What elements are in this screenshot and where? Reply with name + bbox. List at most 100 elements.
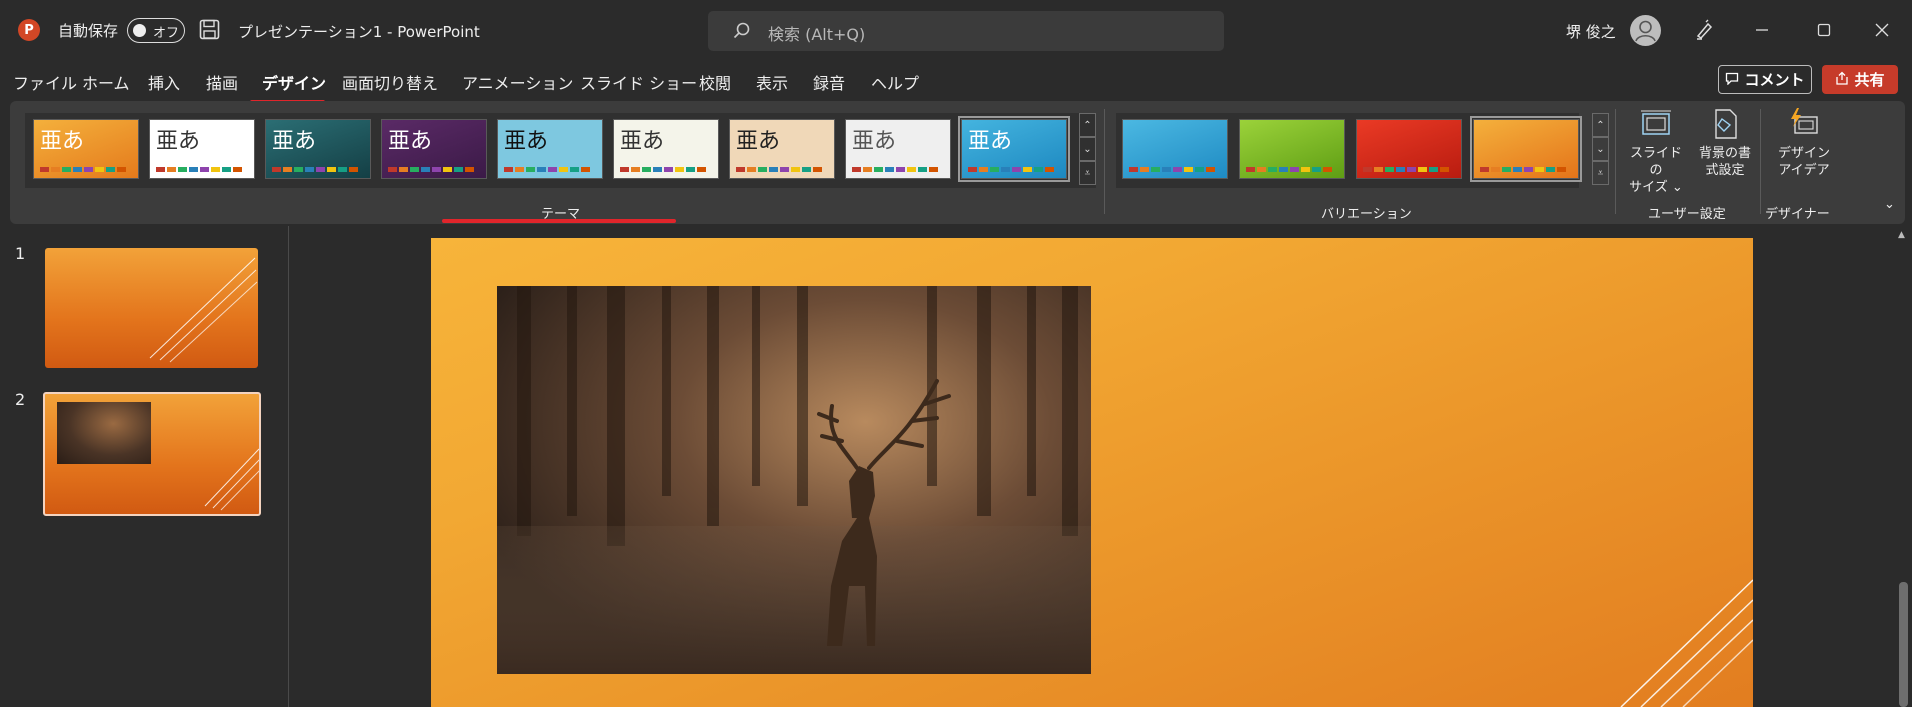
variant-swatches (1129, 167, 1215, 172)
theme-thumbnail[interactable]: 亜あ (265, 119, 371, 179)
comment-icon (1725, 71, 1739, 89)
background-format-label: 背景の書 式設定 (1698, 146, 1751, 178)
gallery-down-icon[interactable]: ⌄ (1079, 137, 1096, 161)
autosave-state: オフ (153, 26, 180, 41)
close-icon[interactable] (1866, 14, 1898, 46)
theme-thumbnail[interactable]: 亜あ (613, 119, 719, 179)
share-button[interactable]: 共有 (1822, 65, 1898, 94)
theme-sample-text: 亜あ (272, 129, 317, 154)
theme-sample-text: 亜あ (40, 129, 85, 154)
design-ideas-label: デザイン アイデア (1777, 146, 1830, 178)
powerpoint-logo-icon: P (18, 19, 40, 41)
theme-thumbnail[interactable]: 亜あ (729, 119, 835, 179)
theme-swatches (968, 167, 1054, 172)
user-name[interactable]: 堺 俊之 (1566, 21, 1616, 42)
collapse-ribbon-icon[interactable]: ⌄ (1884, 197, 1895, 212)
tab-animations[interactable]: アニメーション (462, 70, 573, 94)
tab-draw[interactable]: 描画 (206, 70, 238, 94)
variants-down-icon[interactable]: ⌄ (1592, 137, 1609, 161)
theme-sample-text: 亜あ (968, 129, 1013, 154)
variant-thumbnail[interactable] (1122, 119, 1228, 179)
avatar[interactable] (1630, 15, 1661, 46)
designer-group-label: デザイナー (1765, 207, 1830, 222)
slide-thumbnail-1[interactable] (45, 248, 258, 368)
theme-thumbnail[interactable]: 亜あ (381, 119, 487, 179)
group-divider (1104, 109, 1105, 214)
slide-size-button[interactable]: スライドの サイズ ⌄ (1625, 107, 1687, 196)
theme-swatches (272, 167, 358, 172)
theme-sample-text: 亜あ (620, 129, 665, 154)
group-divider (1760, 109, 1761, 214)
variant-swatches (1363, 167, 1449, 172)
tab-record[interactable]: 録音 (813, 70, 845, 94)
slide-thumbnail-2[interactable] (43, 392, 261, 516)
gallery-more-icon[interactable]: ⩡ (1079, 161, 1096, 185)
variant-thumbnail[interactable] (1470, 116, 1582, 182)
background-format-button[interactable]: 背景の書 式設定 (1690, 107, 1760, 179)
variant-thumbnail[interactable] (1356, 119, 1462, 179)
save-icon[interactable] (199, 19, 220, 40)
theme-thumbnail[interactable]: 亜あ (845, 119, 951, 179)
autosave-toggle[interactable]: オフ (127, 18, 185, 43)
slide-size-label: スライドの サイズ ⌄ (1629, 146, 1683, 195)
slide-size-icon (1639, 107, 1673, 141)
gallery-up-icon[interactable]: ⌃ (1079, 113, 1096, 137)
minimize-icon[interactable] (1746, 14, 1778, 46)
theme-sample-text: 亜あ (852, 129, 897, 154)
tab-help[interactable]: ヘルプ (871, 70, 919, 94)
design-ideas-icon (1787, 107, 1821, 141)
theme-swatches (504, 167, 590, 172)
variants-gallery: ⌃ ⌄ ⩡ (1116, 113, 1609, 188)
maximize-icon[interactable] (1808, 14, 1840, 46)
search-box[interactable]: 検索 (Alt+Q) (708, 11, 1224, 51)
variants-more-icon[interactable]: ⩡ (1592, 161, 1609, 185)
pen-icon[interactable] (1688, 14, 1720, 46)
theme-thumbnail[interactable]: 亜あ (33, 119, 139, 179)
tab-file[interactable]: ファイル (13, 70, 77, 94)
slide-canvas[interactable] (431, 238, 1753, 707)
themes-scroll: ⌃ ⌄ ⩡ (1079, 113, 1096, 188)
tab-design[interactable]: デザイン (262, 70, 326, 94)
group-divider (1615, 109, 1616, 214)
themes-highlight (442, 219, 676, 223)
variant-swatches (1480, 167, 1566, 172)
slide-number: 2 (15, 390, 26, 409)
variants-up-icon[interactable]: ⌃ (1592, 113, 1609, 137)
search-icon (732, 21, 752, 41)
variants-group-label: バリエーション (1321, 207, 1412, 222)
slide-thumbnails-pane: 1 2 (0, 226, 289, 707)
theme-thumbnail[interactable]: 亜あ (149, 119, 255, 179)
tab-review[interactable]: 校閲 (699, 70, 731, 94)
toggle-knob (133, 24, 146, 37)
title-bar: P 自動保存 オフ プレゼンテーション1 - PowerPoint 検索 (Al… (0, 0, 1912, 62)
variant-thumbnail[interactable] (1239, 119, 1345, 179)
theme-sample-text: 亜あ (504, 129, 549, 154)
user-settings-group-label: ユーザー設定 (1648, 207, 1726, 222)
tab-home[interactable]: ホーム (82, 70, 130, 94)
tab-view[interactable]: 表示 (756, 70, 788, 94)
deer-photo[interactable] (497, 286, 1091, 674)
scrollbar-thumb[interactable] (1899, 582, 1908, 707)
vertical-scrollbar[interactable]: ▲ (1895, 226, 1912, 707)
theme-swatches (620, 167, 706, 172)
autosave-label: 自動保存 (58, 22, 119, 40)
design-ideas-button[interactable]: デザイン アイデア (1768, 107, 1840, 179)
theme-sample-text: 亜あ (156, 129, 201, 154)
share-label: 共有 (1854, 71, 1885, 89)
variants-scroll: ⌃ ⌄ ⩡ (1592, 113, 1609, 188)
pane-divider (288, 226, 289, 707)
tab-insert[interactable]: 挿入 (148, 70, 180, 94)
theme-swatches (852, 167, 938, 172)
tab-transitions[interactable]: 画面切り替え (342, 70, 438, 94)
scroll-up-icon[interactable]: ▲ (1898, 230, 1905, 240)
background-format-icon (1708, 107, 1742, 141)
themes-gallery: ⌃ ⌄ ⩡ 亜あ 亜あ 亜あ 亜あ 亜あ 亜あ 亜あ 亜あ 亜あ (25, 113, 1096, 188)
comment-label: コメント (1744, 71, 1805, 89)
design-ribbon: ⌃ ⌄ ⩡ 亜あ 亜あ 亜あ 亜あ 亜あ 亜あ 亜あ 亜あ 亜あ テーマ ⌃ ⌄ ⩡ バリエーシ… (10, 101, 1905, 224)
ribbon-tabs: ファイル ホーム 挿入 描画 デザイン 画面切り替え アニメーション スライド … (0, 62, 1912, 100)
tab-slideshow[interactable]: スライド ショー (580, 70, 697, 94)
share-icon (1835, 71, 1849, 89)
theme-thumbnail[interactable]: 亜あ (958, 116, 1070, 182)
theme-thumbnail[interactable]: 亜あ (497, 119, 603, 179)
comment-button[interactable]: コメント (1718, 65, 1812, 94)
